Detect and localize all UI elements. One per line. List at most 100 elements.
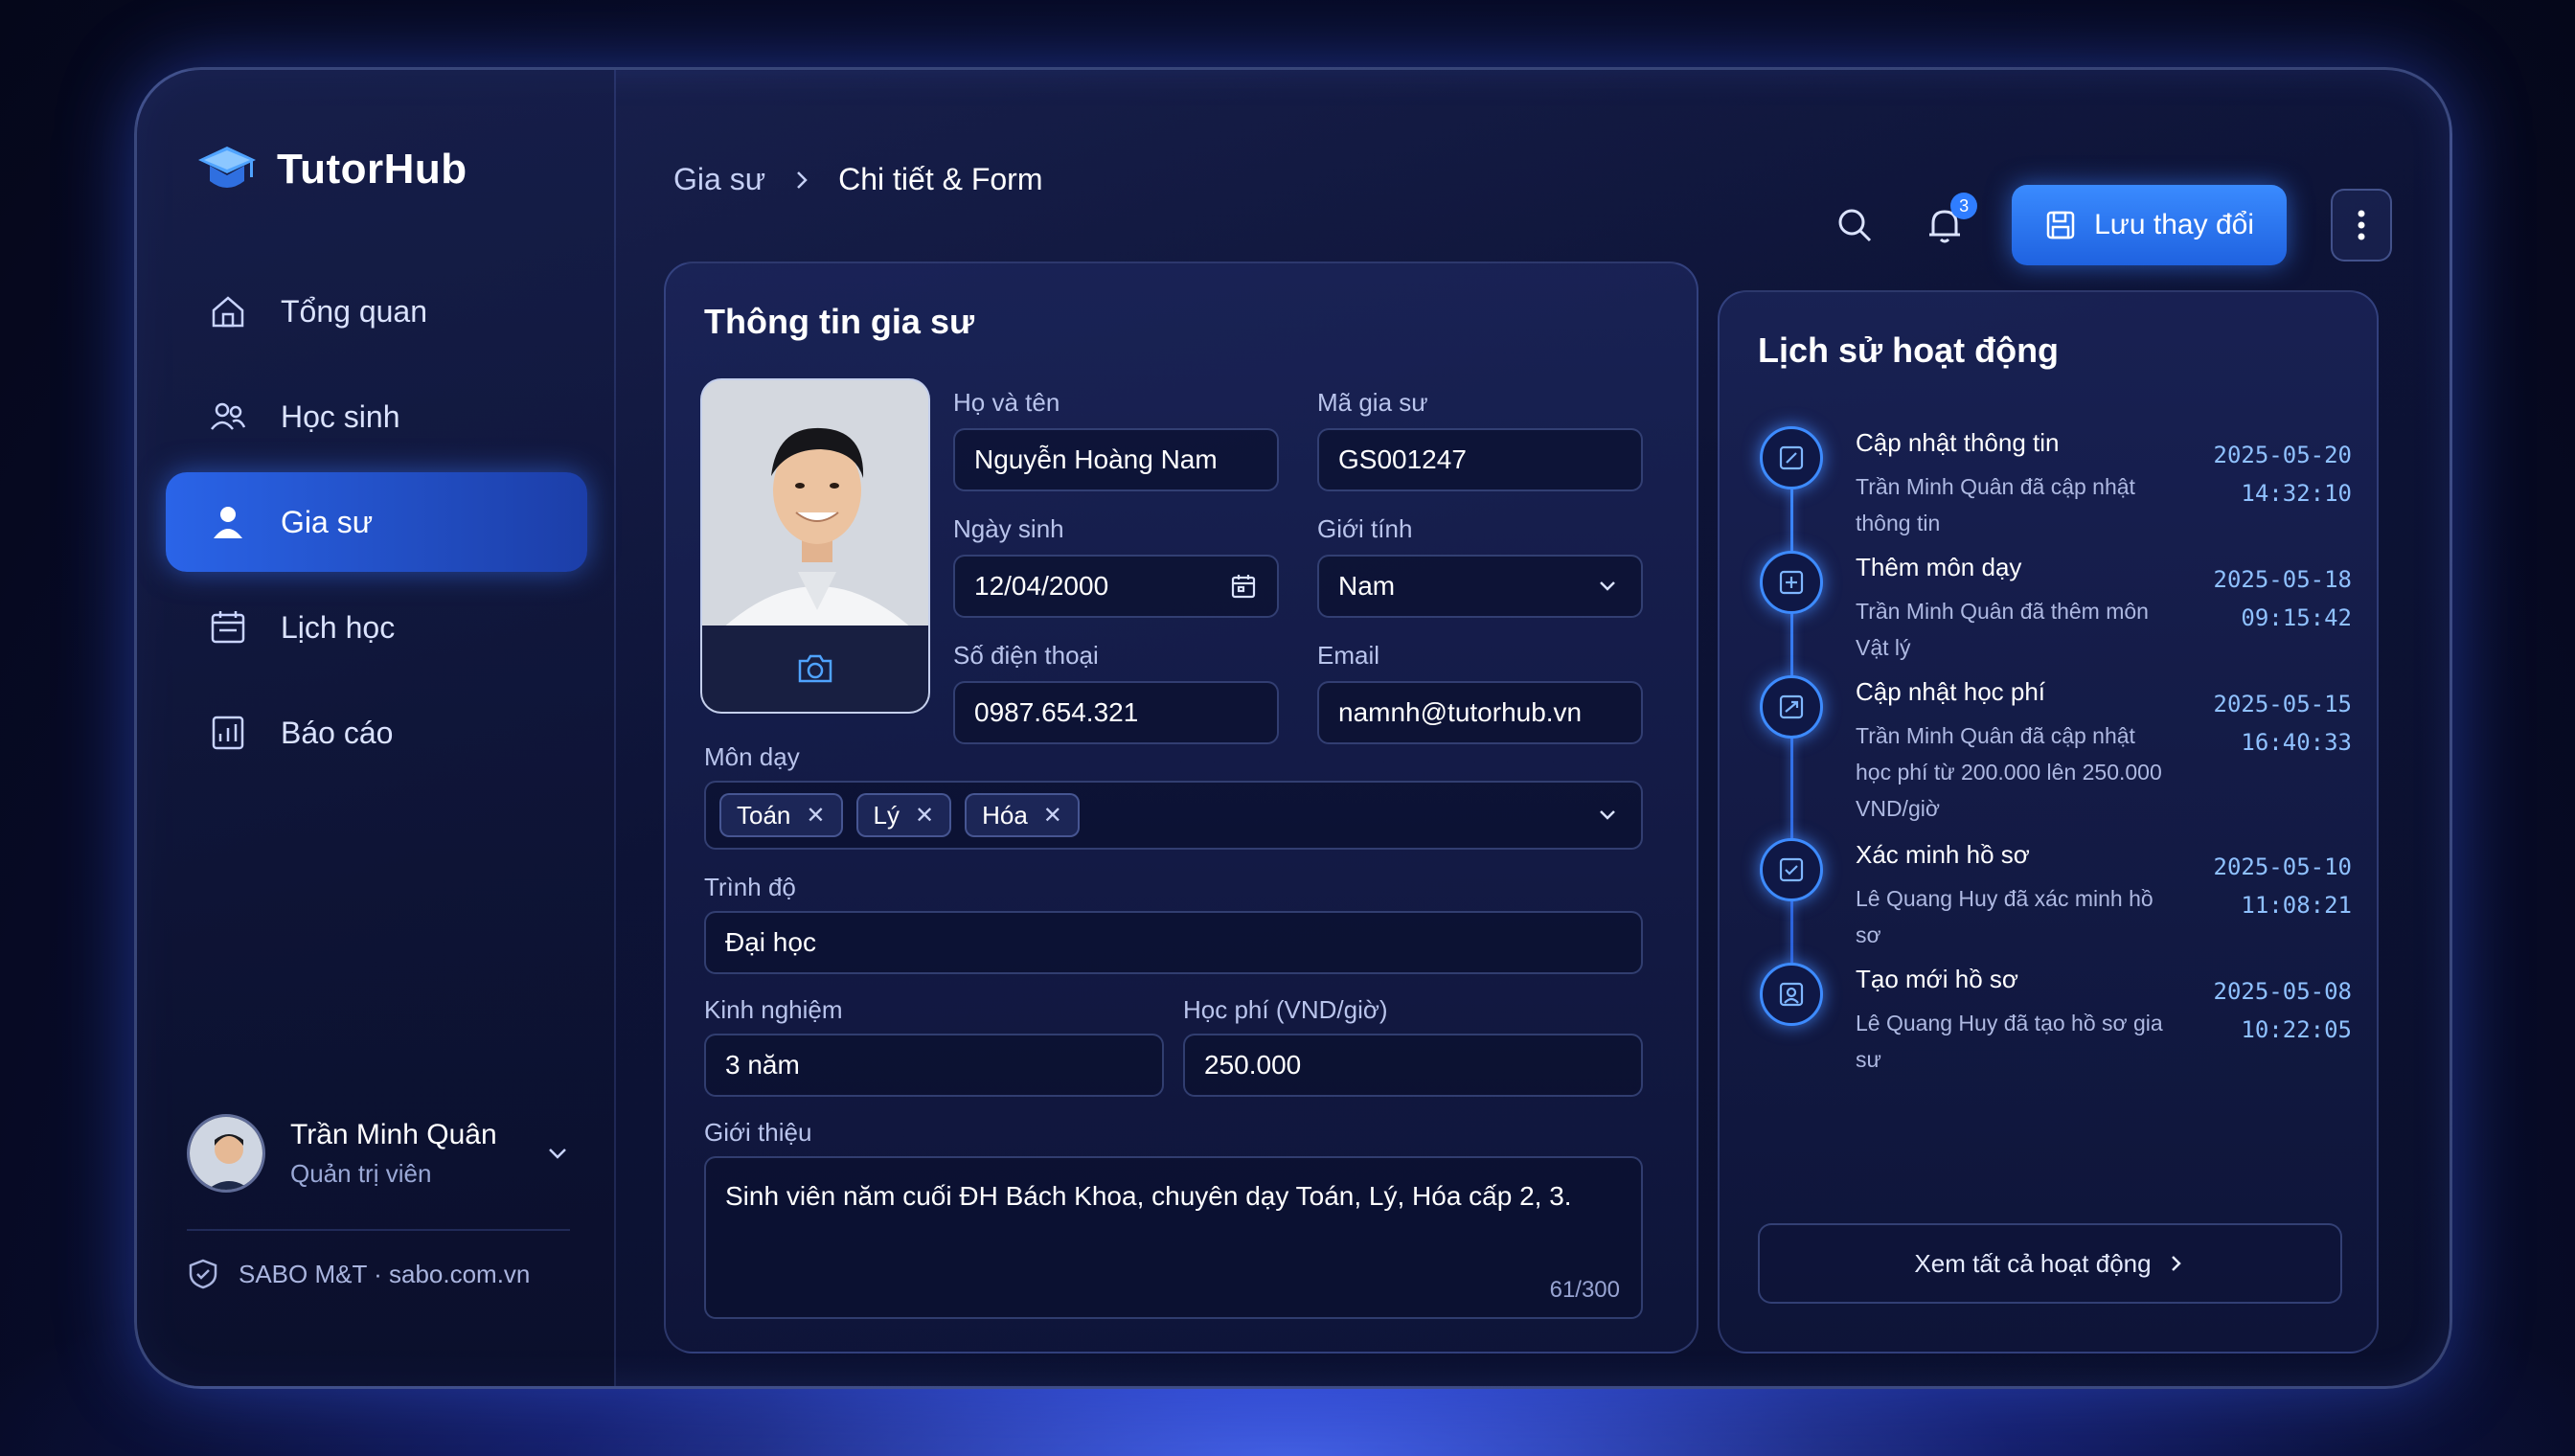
timeline-item[interactable]: Cập nhật thông tin Trần Minh Quân đã cập… — [1748, 426, 2352, 541]
breadcrumb-current: Chi tiết & Form — [838, 162, 1043, 196]
chevron-right-icon — [2171, 1256, 2181, 1271]
gender-label: Giới tính — [1317, 514, 1413, 543]
app-logo[interactable]: TutorHub — [196, 143, 467, 196]
camera-icon — [798, 654, 832, 683]
sidebar-item-students[interactable]: Học sinh — [166, 367, 587, 466]
subjects-label: Môn dạy — [704, 742, 800, 771]
timeline-title: Cập nhật học phí — [1856, 677, 2046, 706]
subject-chip: Lý ✕ — [855, 793, 952, 837]
level-field[interactable]: Đại học — [704, 911, 1643, 974]
experience-field[interactable]: 3 năm — [704, 1034, 1164, 1097]
timeline-title: Cập nhật thông tin — [1856, 428, 2060, 457]
user-name: Trần Minh Quân — [290, 1118, 497, 1150]
edit-icon — [1760, 426, 1823, 489]
timeline-item[interactable]: Cập nhật học phí Trần Minh Quân đã cập n… — [1748, 675, 2353, 821]
timeline-date: 2025-05-18 — [2213, 566, 2353, 593]
timeline-time: 10:22:05 — [2241, 1016, 2352, 1043]
view-all-label: Xem tất cả hoạt động — [1914, 1248, 2152, 1278]
timeline-date: 2025-05-08 — [2213, 978, 2353, 1005]
subjects-multiselect[interactable]: Toán ✕ Lý ✕ Hóa ✕ — [704, 781, 1643, 850]
timeline-item[interactable]: Xác minh hồ sơ Lê Quang Huy đã xác minh … — [1748, 838, 2352, 953]
notifications-button[interactable]: 3 — [1922, 193, 1978, 248]
gender-select[interactable]: Nam — [1317, 555, 1643, 618]
fee-field[interactable]: 250.000 — [1183, 1034, 1643, 1097]
top-actions: 3 Lưu thay đổi — [1832, 185, 2392, 265]
brand-footer-text: SABO M&T · sabo.com.vn — [239, 1259, 531, 1288]
intro-label: Giới thiệu — [704, 1118, 812, 1147]
timeline-item[interactable]: Tạo mới hồ sơ Lê Quang Huy đã tạo hồ sơ … — [1748, 963, 2352, 1078]
calendar-icon[interactable] — [1229, 572, 1258, 601]
chevron-down-icon — [1600, 810, 1615, 820]
close-icon[interactable]: ✕ — [806, 802, 825, 830]
user-role: Quản trị viên — [290, 1158, 432, 1188]
tutor-photo[interactable] — [700, 378, 930, 714]
timeline-timestamp: 2025-05-10 11:08:21 — [2214, 848, 2353, 924]
email-field[interactable]: namnh@tutorhub.vn — [1317, 681, 1643, 744]
timeline-timestamp: 2025-05-20 14:32:10 — [2214, 436, 2353, 512]
breadcrumb: Gia sư Chi tiết & Form — [673, 162, 1042, 197]
save-icon — [2046, 211, 2075, 239]
change-photo-bar[interactable] — [702, 626, 928, 712]
search-icon[interactable] — [1832, 202, 1878, 248]
timeline-timestamp: 2025-05-15 16:40:33 — [2214, 685, 2353, 762]
chevron-down-icon[interactable] — [545, 1141, 570, 1166]
sidebar-item-reports[interactable]: Báo cáo — [166, 683, 587, 783]
timeline-desc: Trần Minh Quân đã thêm môn Vật lý — [1856, 599, 2149, 660]
email-value: namnh@tutorhub.vn — [1338, 697, 1583, 727]
sidebar-item-overview[interactable]: Tổng quan — [166, 262, 587, 361]
sidebar-item-label: Báo cáo — [281, 715, 394, 750]
fee-value: 250.000 — [1204, 1050, 1302, 1080]
timeline-time: 14:32:10 — [2241, 480, 2352, 507]
phone-label: Số điện thoại — [953, 641, 1099, 670]
intro-value: Sinh viên năm cuối ĐH Bách Khoa, chuyên … — [725, 1181, 1572, 1211]
intro-textarea[interactable]: Sinh viên năm cuối ĐH Bách Khoa, chuyên … — [704, 1156, 1643, 1319]
sidebar-item-label: Gia sư — [281, 504, 374, 539]
timeline-date: 2025-05-10 — [2213, 853, 2353, 880]
sidebar-item-schedule[interactable]: Lịch học — [166, 578, 587, 677]
experience-label: Kinh nghiệm — [704, 995, 843, 1024]
experience-value: 3 năm — [725, 1050, 800, 1080]
chevron-right-icon — [797, 171, 808, 189]
sidebar: TutorHub Tổng quan Học sinh Gia sư Lịch … — [137, 70, 616, 1386]
sidebar-item-tutors[interactable]: Gia sư — [166, 472, 587, 572]
sidebar-item-label: Lịch học — [281, 609, 396, 645]
verify-icon — [1760, 838, 1823, 901]
timeline-timestamp: 2025-05-18 09:15:42 — [2214, 560, 2353, 637]
subject-chip-label: Lý — [873, 800, 900, 830]
full-name-field[interactable]: Nguyễn Hoàng Nam — [953, 428, 1279, 491]
save-button[interactable]: Lưu thay đổi — [2012, 185, 2287, 265]
timeline-item[interactable]: Thêm môn dạy Trần Minh Quân đã thêm môn … — [1748, 551, 2352, 666]
timeline-desc: Trần Minh Quân đã cập nhật thông tin — [1856, 474, 2135, 535]
tutor-id-value: GS001247 — [1338, 444, 1467, 474]
gender-value: Nam — [1338, 571, 1396, 601]
full-name-label: Họ và tên — [953, 388, 1060, 417]
close-icon[interactable]: ✕ — [1043, 802, 1062, 830]
current-user[interactable]: Trần Minh Quân Quản trị viên — [187, 1114, 570, 1193]
shield-icon — [189, 1259, 217, 1289]
chevron-down-icon — [1600, 581, 1615, 591]
dob-field[interactable]: 12/04/2000 — [953, 555, 1279, 618]
sidebar-nav: Tổng quan Học sinh Gia sư Lịch học Báo c… — [166, 262, 587, 788]
level-value: Đại học — [725, 927, 816, 957]
view-all-activity-button[interactable]: Xem tất cả hoạt động — [1758, 1223, 2342, 1304]
user-icon — [214, 507, 242, 538]
save-button-label: Lưu thay đổi — [2094, 209, 2254, 240]
timeline-title: Tạo mới hồ sơ — [1856, 965, 2018, 993]
tutor-id-field[interactable]: GS001247 — [1317, 428, 1643, 491]
timeline-desc: Lê Quang Huy đã xác minh hồ sơ — [1856, 886, 2153, 947]
subject-chip: Toán ✕ — [719, 793, 843, 837]
timeline-date: 2025-05-20 — [2213, 442, 2353, 468]
subject-chip-label: Toán — [737, 800, 791, 830]
panel-title: Thông tin gia sư — [704, 302, 975, 341]
notification-badge: 3 — [1950, 193, 1978, 219]
close-icon[interactable]: ✕ — [915, 802, 934, 830]
more-options-button[interactable] — [2331, 189, 2392, 262]
home-icon — [212, 296, 244, 328]
timeline-timestamp: 2025-05-08 10:22:05 — [2214, 972, 2353, 1049]
timeline-desc: Lê Quang Huy đã tạo hồ sơ gia sư — [1856, 1011, 2163, 1072]
char-counter: 61/300 — [1549, 1277, 1620, 1303]
app-window: TutorHub Tổng quan Học sinh Gia sư Lịch … — [134, 67, 2452, 1389]
phone-field[interactable]: 0987.654.321 — [953, 681, 1279, 744]
timeline-title: Xác minh hồ sơ — [1856, 840, 2030, 869]
breadcrumb-parent[interactable]: Gia sư — [673, 162, 765, 197]
